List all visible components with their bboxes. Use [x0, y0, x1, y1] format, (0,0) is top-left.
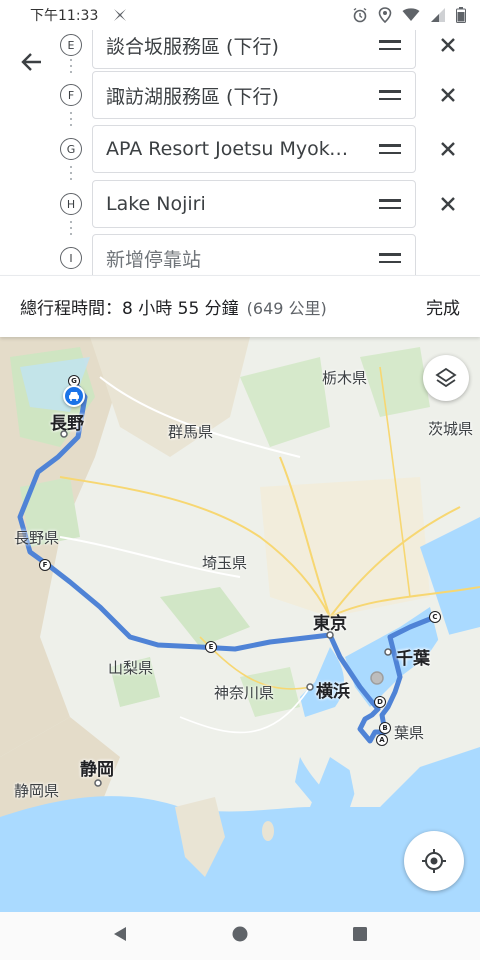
map-label: 静岡県 [14, 782, 60, 800]
home-nav-button[interactable] [231, 925, 249, 947]
wifi-icon [402, 8, 420, 22]
stop-name: 諏訪湖服務區 (下行) [106, 85, 279, 108]
waypoint-label: G [71, 377, 77, 385]
route-stop-row: F 諏訪湖服務區 (下行) [0, 71, 480, 126]
route-stop-row: I 新增停靠站 [0, 234, 480, 275]
my-location-button[interactable] [404, 831, 464, 891]
signal-icon [430, 8, 446, 22]
trip-summary-bar: 總行程時間：8 小時 55 分鐘 (649 公里) 完成 [0, 275, 480, 337]
circle-home-icon [232, 926, 248, 942]
layers-button[interactable] [423, 355, 469, 401]
map-label: 長野県 [14, 529, 60, 547]
add-stop-placeholder: 新增停靠站 [106, 248, 202, 271]
remove-stop-button[interactable] [436, 137, 460, 161]
location-icon [378, 7, 392, 23]
triangle-back-icon [114, 927, 126, 941]
status-bar: 下午11:33 [0, 0, 480, 30]
map-label: 横浜 [316, 682, 350, 702]
car-location-icon[interactable] [63, 385, 85, 407]
stop-name: APA Resort Joetsu Myokou Hotel [106, 138, 355, 160]
route-stop-row: G APA Resort Joetsu Myokou Hotel [0, 125, 480, 180]
map-view[interactable]: 栃木県 群馬県 茨城県 長野 長野県 埼玉県 東京 千葉 葉県 山梨県 横浜 神… [0, 337, 480, 912]
waypoint-label: E [208, 643, 214, 651]
stop-input[interactable]: 諏訪湖服務區 (下行) [92, 71, 416, 119]
back-nav-button[interactable] [111, 925, 129, 947]
waypoint-marker[interactable]: D [374, 696, 386, 708]
waypoint-marker[interactable]: B [379, 722, 391, 734]
alarm-icon [352, 7, 368, 23]
close-icon [441, 197, 455, 211]
drag-handle-icon[interactable] [379, 144, 401, 154]
done-button[interactable]: 完成 [426, 294, 460, 319]
layers-icon [435, 367, 457, 388]
remove-stop-button[interactable] [436, 192, 460, 216]
stop-name: 談合坂服務區 (下行) [106, 35, 279, 58]
route-stop-row: H Lake Nojiri [0, 180, 480, 235]
waypoint-label: F [42, 561, 48, 569]
route-stops-panel: E 談合坂服務區 (下行) F 諏訪湖服務區 (下行) G APA Resort… [0, 30, 480, 275]
close-icon [441, 88, 455, 102]
total-trip-time: 總行程時間：8 小時 55 分鐘 [20, 299, 239, 319]
waypoint-label: A [379, 736, 385, 744]
waypoint-marker[interactable]: E [205, 641, 217, 653]
map-label: 埼玉県 [202, 554, 248, 572]
close-icon [441, 142, 455, 156]
waypoint-marker[interactable]: C [429, 611, 441, 623]
stop-input[interactable]: 談合坂服務區 (下行) [92, 30, 416, 69]
map-label: 神奈川県 [214, 684, 275, 702]
drag-handle-icon[interactable] [379, 90, 401, 100]
remove-stop-button[interactable] [436, 83, 460, 107]
battery-icon [456, 7, 466, 23]
drag-handle-icon[interactable] [379, 40, 401, 50]
map-label: 静岡 [80, 760, 114, 780]
stop-name: Lake Nojiri [106, 193, 206, 215]
map-label: 長野 [50, 414, 84, 434]
map-label: 千葉 [396, 649, 430, 669]
drag-handle-icon[interactable] [379, 199, 401, 209]
waypoint-marker[interactable]: F [39, 559, 51, 571]
waypoint-label: B [382, 724, 388, 732]
crosshair-icon [422, 849, 446, 873]
map-label: 栃木県 [322, 369, 368, 387]
map-label: 群馬県 [168, 423, 214, 441]
stop-marker: H [60, 193, 82, 215]
total-distance: (649 公里) [246, 298, 327, 318]
map-label: 茨城県 [428, 420, 474, 438]
drag-handle-icon[interactable] [379, 253, 401, 263]
stop-marker: I [60, 247, 82, 269]
stop-marker: G [60, 138, 82, 160]
recents-nav-button[interactable] [351, 925, 369, 947]
remove-stop-button[interactable] [436, 33, 460, 57]
stop-input[interactable]: Lake Nojiri [92, 180, 416, 228]
map-label: 葉県 [394, 724, 425, 742]
waypoint-marker[interactable]: A [376, 734, 388, 746]
close-icon [441, 38, 455, 52]
android-nav-bar [0, 912, 480, 960]
stop-marker: F [60, 84, 82, 106]
map-label: 山梨県 [108, 659, 154, 677]
status-time: 下午11:33 [30, 8, 99, 24]
waypoint-label: D [377, 698, 383, 706]
route-stop-row: E 談合坂服務區 (下行) [0, 30, 480, 73]
stop-marker: E [60, 34, 82, 56]
app-notification-icon [112, 7, 128, 23]
map-label: 東京 [313, 614, 347, 634]
stop-input[interactable]: APA Resort Joetsu Myokou Hotel [92, 125, 416, 173]
add-stop-input[interactable]: 新增停靠站 [92, 234, 416, 275]
square-recents-icon [353, 927, 367, 941]
waypoint-label: C [432, 613, 438, 621]
